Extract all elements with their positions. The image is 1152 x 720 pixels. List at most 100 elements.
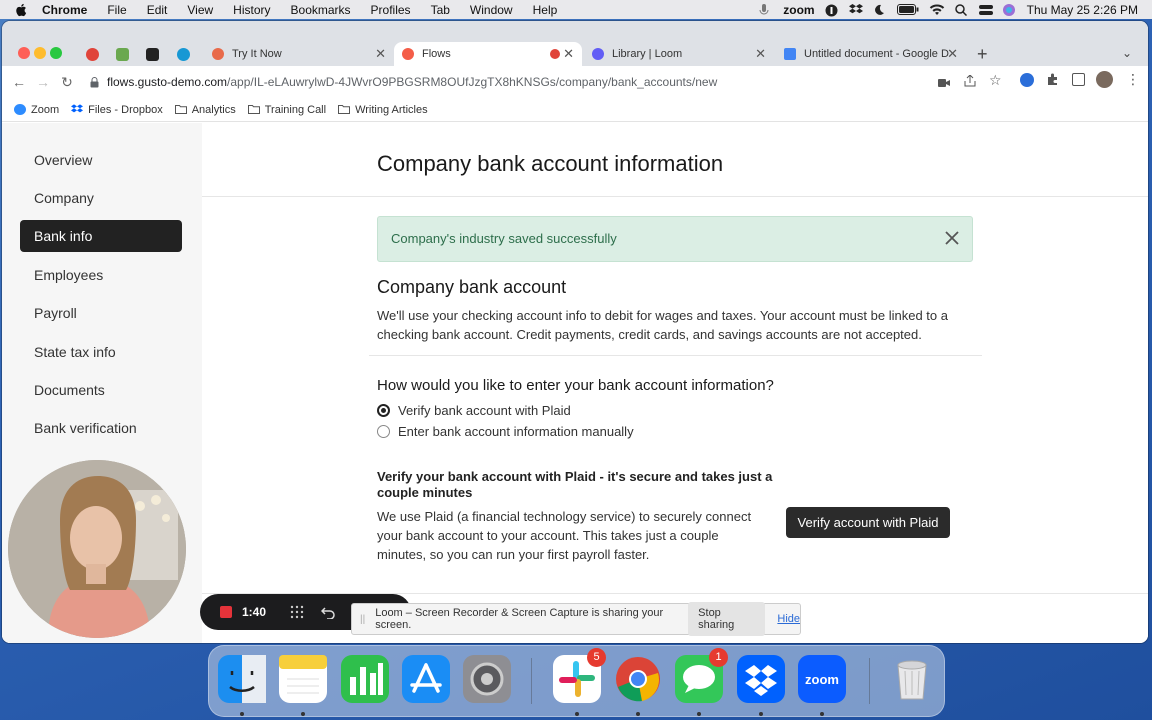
divider	[202, 196, 1148, 197]
lock-icon	[90, 76, 99, 88]
new-tab-plus-icon[interactable]: +	[977, 44, 988, 65]
dock-slack-icon[interactable]: 5	[553, 648, 606, 703]
share-icon[interactable]	[964, 74, 976, 87]
menu-bookmarks[interactable]: Bookmarks	[291, 3, 351, 17]
sharing-message: Loom – Screen Recorder & Screen Capture …	[375, 607, 664, 631]
url-host: flows.gusto-demo.com	[107, 75, 228, 89]
bookmark-star-icon[interactable]: ☆	[989, 72, 1002, 89]
onepassword-icon[interactable]	[825, 4, 839, 16]
sidebar-item-employees[interactable]: Employees	[20, 259, 182, 291]
dock-messages-icon[interactable]: 1	[675, 648, 728, 703]
dock-zoom-icon[interactable]: zoom	[798, 655, 846, 703]
menu-view[interactable]: View	[187, 3, 213, 17]
maximize-window-button[interactable]	[50, 47, 62, 59]
dock-chrome-icon[interactable]	[614, 655, 662, 703]
bookmark-writing-articles[interactable]: Writing Articles	[338, 104, 428, 116]
battery-icon[interactable]	[896, 3, 919, 16]
sidebar-item-overview[interactable]: Overview	[20, 144, 182, 176]
address-bar[interactable]: flows.gusto-demo.com /app/IL-eLAuwrylwD-…	[90, 70, 950, 94]
zoom-status-label[interactable]: zoom	[783, 3, 814, 17]
undo-icon[interactable]	[320, 605, 335, 620]
tab-try-it-now[interactable]: Try It Now ✕	[204, 42, 394, 66]
dropbox-status-icon[interactable]	[848, 3, 863, 16]
dock: 5 1 zoom	[208, 645, 945, 717]
zoom-dock-label: zoom	[805, 671, 839, 687]
control-center-icon[interactable]	[978, 4, 993, 16]
sidebar-item-state-tax-info[interactable]: State tax info	[20, 336, 182, 368]
tab-title: Untitled document - Google Do	[804, 48, 949, 60]
tab-flows[interactable]: Flows ✕	[394, 42, 582, 66]
wifi-icon[interactable]	[929, 3, 945, 16]
bookmark-label: Training Call	[264, 103, 327, 116]
apple-icon[interactable]	[14, 3, 28, 17]
menu-tab[interactable]: Tab	[431, 3, 450, 17]
minimize-window-button[interactable]	[34, 47, 46, 59]
camera-icon[interactable]	[938, 75, 950, 87]
forward-arrow-icon[interactable]: →	[36, 75, 50, 89]
pinned-tab-salesforce-icon[interactable]	[177, 48, 190, 61]
pinned-tab-loom-icon[interactable]	[86, 48, 99, 61]
drag-handle-icon[interactable]: ||	[360, 614, 365, 625]
tab-library-loom[interactable]: Library | Loom ✕	[584, 42, 774, 66]
menu-window[interactable]: Window	[470, 3, 513, 17]
close-window-button[interactable]	[18, 47, 30, 59]
close-icon[interactable]: ✕	[375, 46, 386, 62]
stop-recording-icon[interactable]	[220, 606, 232, 618]
sidebar-item-company[interactable]: Company	[20, 182, 182, 214]
search-icon[interactable]	[954, 3, 969, 16]
menu-history[interactable]: History	[233, 3, 270, 17]
sidebar-item-bank-verification[interactable]: Bank verification	[20, 412, 182, 444]
menu-edit[interactable]: Edit	[147, 3, 168, 17]
sidebar-item-documents[interactable]: Documents	[20, 374, 182, 406]
hide-sharing-bar-link[interactable]: Hide	[777, 613, 800, 625]
tab-search-chevron-icon[interactable]: ⌄	[1122, 46, 1132, 60]
bookmark-zoom[interactable]: Zoom	[14, 104, 59, 116]
menu-file[interactable]: File	[107, 3, 126, 17]
pinned-tab-f-icon[interactable]	[146, 48, 159, 61]
back-arrow-icon[interactable]: ←	[12, 75, 26, 89]
kebab-menu-icon[interactable]: ⋮	[1126, 71, 1140, 88]
clock[interactable]: Thu May 25 2:26 PM	[1027, 3, 1138, 17]
radio-unselected-icon[interactable]	[377, 425, 390, 438]
close-icon[interactable]: ✕	[947, 46, 958, 62]
menu-app-name[interactable]: Chrome	[42, 3, 87, 17]
tab-google-doc[interactable]: Untitled document - Google Do ✕	[776, 42, 966, 66]
dock-finder-icon[interactable]	[218, 655, 266, 703]
radio-enter-manually[interactable]: Enter bank account information manually	[377, 424, 634, 439]
sidebar-item-payroll[interactable]: Payroll	[20, 297, 182, 329]
focus-moon-icon[interactable]	[873, 4, 887, 16]
dock-trash-icon[interactable]	[888, 655, 936, 703]
pinned-tab-calendar-icon[interactable]	[116, 48, 129, 61]
loom-favicon-icon	[592, 48, 604, 60]
dock-system-preferences-icon[interactable]	[463, 655, 511, 703]
close-icon[interactable]: ✕	[755, 46, 766, 62]
stop-sharing-button[interactable]: Stop sharing	[688, 602, 766, 636]
menu-help[interactable]: Help	[533, 3, 558, 17]
extensions-puzzle-icon[interactable]	[1046, 73, 1059, 86]
close-icon[interactable]	[944, 230, 960, 246]
dock-notes-icon[interactable]	[279, 655, 327, 703]
radio-verify-with-plaid[interactable]: Verify bank account with Plaid	[377, 403, 571, 418]
reload-icon[interactable]: ↻	[60, 75, 74, 89]
onepassword-extension-icon[interactable]	[1020, 73, 1034, 87]
bookmark-analytics[interactable]: Analytics	[174, 104, 236, 116]
side-panel-icon[interactable]	[1072, 73, 1085, 86]
menu-profiles[interactable]: Profiles	[371, 3, 411, 17]
radio-selected-icon[interactable]	[377, 404, 390, 417]
section-title: Company bank account	[377, 277, 567, 297]
verify-plaid-title: Verify your bank account with Plaid - it…	[377, 469, 773, 500]
close-icon[interactable]: ✕	[563, 46, 574, 62]
alert-message: Company's industry saved successfully	[391, 231, 617, 246]
microphone-icon[interactable]	[759, 3, 773, 16]
bookmark-files-dropbox[interactable]: Files - Dropbox	[71, 104, 163, 116]
sidebar-item-bank-info[interactable]: Bank info	[20, 220, 182, 252]
dock-app-store-icon[interactable]	[402, 655, 450, 703]
dock-numbers-icon[interactable]	[341, 655, 389, 703]
loom-camera-bubble[interactable]	[8, 460, 186, 638]
verify-with-plaid-button[interactable]: Verify account with Plaid	[786, 507, 950, 538]
siri-icon[interactable]	[1002, 3, 1017, 16]
dock-dropbox-icon[interactable]	[737, 655, 785, 703]
bookmark-training-call[interactable]: Training Call	[247, 103, 327, 116]
avatar[interactable]	[1096, 71, 1113, 88]
grid-drag-icon[interactable]	[290, 605, 304, 619]
